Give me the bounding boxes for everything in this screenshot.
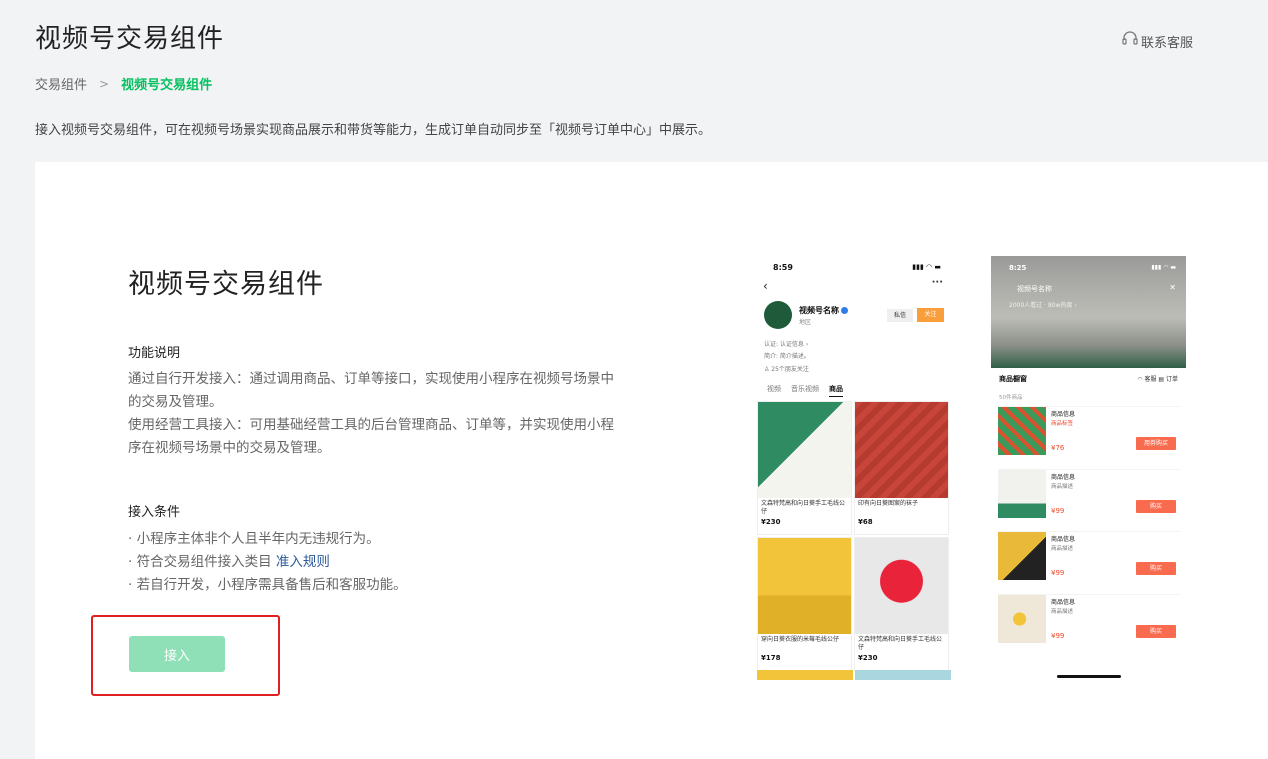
tab-music-videos: 音乐视频 <box>791 385 819 393</box>
live-shop-mockup: 8:25 ▮▮▮ ◠ ▬ 视频号名称 2000人看过 · 80w热度 › ✕ 商… <box>991 256 1186 682</box>
product-price: ¥230 <box>858 654 878 662</box>
product-price: ¥178 <box>761 654 781 662</box>
status-icons: ▮▮▮ ◠ ▬ <box>912 263 941 271</box>
access-rules-link[interactable]: 准入规则 <box>276 554 330 570</box>
shop-item: 商品信息 商品标签 ¥76 用券购买 <box>998 406 1181 460</box>
item-desc: 商品描述 <box>1051 484 1074 490</box>
product-caption: 穿向日葵衣服的米莓毛线公仔 <box>761 636 840 643</box>
product-image <box>855 402 948 498</box>
product-image <box>758 402 851 498</box>
product-card: 穿向日葵衣服的米莓毛线公仔 ¥178 <box>757 537 852 671</box>
profile-tabs: 视频 音乐视频 商品 <box>767 384 843 397</box>
intro-text: 接入视频号交易组件，可在视频号场景实现商品展示和带货等能力，生成订单自动同步至「… <box>35 123 712 138</box>
shop-item: 商品信息 商品描述 ¥99 购买 <box>998 594 1181 648</box>
product-price: ¥230 <box>761 518 781 526</box>
more-icon: ··· <box>931 277 943 288</box>
item-thumb <box>998 470 1046 518</box>
product-card: 文森特梵高和向日葵手工毛线公仔 ¥230 <box>757 401 852 535</box>
tab-products: 商品 <box>829 384 843 397</box>
follow-button: 关注 <box>917 308 944 322</box>
product-count: 50件商品 <box>999 395 1023 401</box>
feature-title: 功能说明 <box>128 346 181 361</box>
shop-item: 商品信息 商品描述 ¥99 购买 <box>998 531 1181 585</box>
tab-videos: 视频 <box>767 385 781 393</box>
item-name: 商品信息 <box>1051 474 1076 481</box>
verified-icon <box>841 307 848 314</box>
condition-title: 接入条件 <box>128 505 181 520</box>
buy-button: 购买 <box>1136 500 1176 513</box>
status-time: 8:59 <box>773 263 793 272</box>
shop-item: 商品信息 商品描述 ¥99 购买 <box>998 469 1181 523</box>
item-tag: 商品标签 <box>1051 421 1074 427</box>
breadcrumb-current: 视频号交易组件 <box>121 78 213 93</box>
product-image <box>758 538 851 634</box>
buy-button: 用券购买 <box>1136 437 1176 450</box>
condition-text: · 符合交易组件接入类目 <box>128 554 276 570</box>
item-desc: 商品描述 <box>1051 546 1074 552</box>
shop-actions: ◠ 客服 ▤ 订单 <box>1137 376 1178 383</box>
item-desc: 商品描述 <box>1051 609 1074 615</box>
product-image <box>855 538 948 634</box>
channel-name: 视频号名称 <box>799 305 848 316</box>
product-caption: 文森特梵高和向日葵手工毛线公仔 <box>761 500 846 515</box>
item-name: 商品信息 <box>1051 599 1076 606</box>
product-price: ¥68 <box>858 518 873 526</box>
item-price: ¥99 <box>1051 569 1065 577</box>
bio-line: 简介: 简介描述。 <box>764 353 810 360</box>
status-icons: ▮▮▮ ◠ ▬ <box>1151 264 1176 271</box>
shop-title: 商品橱窗 <box>999 375 1027 383</box>
buy-button: 购买 <box>1136 625 1176 638</box>
chevron-right-icon: > <box>99 76 110 91</box>
item-name: 商品信息 <box>1051 536 1076 543</box>
avatar <box>764 301 792 329</box>
item-thumb <box>998 595 1046 643</box>
feature-desc-2: 使用经营工具接入：可用基础经营工具的后台管理商品、订单等，并实现使用小程序在视频… <box>128 417 614 456</box>
condition-list: · 小程序主体非个人且半年内无违规行为。 · 符合交易组件接入类目 准入规则 ·… <box>128 528 407 597</box>
back-icon: ‹ <box>763 279 768 293</box>
item-thumb <box>998 532 1046 580</box>
cert-line: 认证: 认证信息 › <box>764 341 809 348</box>
buy-button: 购买 <box>1136 562 1176 575</box>
home-indicator <box>1057 675 1121 678</box>
product-caption: 文森特梵高和向日葵手工毛线公仔 <box>858 636 943 651</box>
breadcrumb-trade-component[interactable]: 交易组件 <box>35 74 87 93</box>
connect-button[interactable]: 接入 <box>129 636 225 672</box>
card-title: 视频号交易组件 <box>128 269 324 300</box>
condition-item: · 若自行开发，小程序需具备售后和客服功能。 <box>128 577 407 593</box>
contact-support-button[interactable]: 联系客服 <box>1121 30 1193 52</box>
product-grid-next-row <box>757 670 951 680</box>
product-card: 文森特梵高和向日葵手工毛线公仔 ¥230 <box>854 537 949 671</box>
friends-line: ♙ 25个朋友关注 <box>764 366 809 373</box>
condition-item: · 符合交易组件接入类目 准入规则 <box>128 551 407 574</box>
feature-description: 通过自行开发接入：通过调用商品、订单等接口，实现使用小程序在视频号场景中的交易及… <box>128 368 623 460</box>
status-time: 8:25 <box>1009 264 1027 272</box>
condition-item: · 小程序主体非个人且半年内无违规行为。 <box>128 531 380 547</box>
item-price: ¥76 <box>1051 444 1065 452</box>
live-video <box>991 256 1186 368</box>
product-card: 印有向日葵图案的袜子 ¥68 <box>854 401 949 535</box>
live-viewers: 2000人看过 · 80w热度 › <box>1009 302 1077 309</box>
headset-icon <box>1121 30 1139 52</box>
item-name: 商品信息 <box>1051 411 1076 418</box>
item-price: ¥99 <box>1051 507 1065 515</box>
item-thumb <box>998 407 1046 455</box>
region: 地区 <box>799 319 812 326</box>
channel-profile-mockup: 8:59 ▮▮▮ ◠ ▬ ‹ ··· 视频号名称 地区 私信 关注 认证: 认证… <box>757 255 951 680</box>
product-grid: 文森特梵高和向日葵手工毛线公仔 ¥230 印有向日葵图案的袜子 ¥68 穿向日葵… <box>757 401 951 671</box>
page-title: 视频号交易组件 <box>35 24 225 54</box>
product-caption: 印有向日葵图案的袜子 <box>858 500 919 507</box>
main-card: 视频号交易组件 功能说明 通过自行开发接入：通过调用商品、订单等接口，实现使用小… <box>35 162 1268 759</box>
feature-desc-1: 通过自行开发接入：通过调用商品、订单等接口，实现使用小程序在视频号场景中的交易及… <box>128 371 614 410</box>
live-channel-name: 视频号名称 <box>1017 285 1052 293</box>
close-icon: ✕ <box>1169 283 1176 292</box>
message-button: 私信 <box>887 309 913 322</box>
breadcrumb: 交易组件 > 视频号交易组件 <box>35 74 213 94</box>
item-price: ¥99 <box>1051 632 1065 640</box>
support-label: 联系客服 <box>1140 35 1193 51</box>
